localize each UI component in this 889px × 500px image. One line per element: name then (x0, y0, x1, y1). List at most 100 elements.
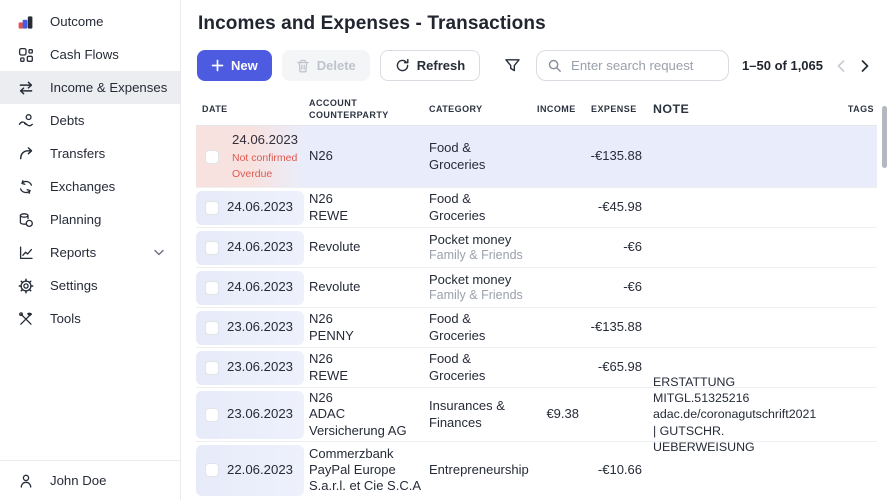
account-cell: N26 ADAC Versicherung AG (309, 390, 407, 438)
delete-button[interactable]: Delete (281, 50, 370, 81)
row-checkbox[interactable] (205, 200, 219, 215)
account-cell: Commerzbank PayPal Europe S.a.r.l. et Ci… (309, 445, 421, 494)
date-cell: 23.06.2023 (196, 348, 304, 387)
transactions-table: DATE ACCOUNT COUNTERPARTY CATEGORY INCOM… (196, 93, 877, 498)
account-cell: N26 REWE (309, 351, 348, 383)
status-badge: Overdue (232, 167, 273, 180)
chevron-left-icon (837, 59, 845, 72)
app-logo-bars-icon (18, 14, 34, 30)
row-checkbox[interactable] (205, 360, 219, 375)
sidebar-item-label: Income & Expenses (50, 80, 168, 95)
account-cell: N26 PENNY (309, 311, 354, 343)
search-box (536, 50, 730, 81)
sidebar-item-label: Reports (50, 245, 97, 260)
planning-coins-icon (18, 212, 34, 228)
expense-cell: -€65.98 (597, 359, 642, 375)
page-next-button[interactable] (853, 54, 877, 78)
transaction-date: 24.06.2023 (226, 239, 293, 255)
account-cell: N26 (309, 148, 333, 164)
sidebar-item-outcome[interactable]: Outcome (0, 5, 180, 38)
sidebar-item-tools[interactable]: Tools (0, 302, 180, 335)
new-button[interactable]: New (197, 50, 272, 81)
trash-icon (296, 59, 310, 73)
column-header-expense: EXPENSE (591, 103, 637, 114)
sidebar: Outcome Cash Flows Income & Expenses Deb… (0, 0, 181, 500)
expense-cell: -€45.98 (597, 199, 642, 215)
reports-chart-icon (18, 245, 34, 261)
table-row[interactable]: 24.06.2023 Revolute Pocket money Family … (196, 268, 877, 308)
sidebar-item-settings[interactable]: Settings (0, 269, 180, 302)
table-row[interactable]: 24.06.2023 Revolute Pocket money Family … (196, 228, 877, 268)
table-row[interactable]: 24.06.2023 N26 REWE Food & Groceries -€4… (196, 188, 877, 228)
row-checkbox[interactable] (205, 463, 219, 477)
sidebar-item-reports[interactable]: Reports (0, 236, 180, 269)
transaction-date: 24.06.2023 (226, 199, 293, 215)
category-cell: Entrepreneurship (429, 461, 529, 477)
category-cell: Food & Groceries (429, 191, 486, 223)
row-checkbox[interactable] (205, 240, 219, 255)
plus-icon (211, 59, 224, 72)
transaction-date: 24.06.2023 (232, 132, 299, 148)
cash-flows-icon (18, 47, 34, 63)
account-cell: Revolute (309, 239, 361, 255)
refresh-button[interactable]: Refresh (379, 50, 481, 81)
date-cell: 23.06.2023 (196, 388, 304, 441)
refresh-icon (395, 58, 410, 73)
user-icon (18, 473, 34, 489)
page-prev-button[interactable] (829, 54, 853, 78)
sidebar-item-cash-flows[interactable]: Cash Flows (0, 38, 180, 71)
app-window: Outcome Cash Flows Income & Expenses Deb… (0, 0, 889, 500)
debts-hand-coin-icon (18, 113, 34, 129)
category-cell: Insurances & Finances (429, 398, 505, 430)
delete-button-label: Delete (316, 58, 356, 73)
expense-cell: -€135.88 (590, 319, 642, 335)
user-menu[interactable]: John Doe (0, 461, 180, 500)
sidebar-item-planning[interactable]: Planning (0, 203, 180, 236)
column-header-tags: TAGS (847, 103, 874, 114)
toolbar-right: 1–50 of 1,065 (504, 50, 877, 81)
income-expenses-icon (18, 80, 34, 96)
search-input[interactable] (569, 57, 719, 74)
table-row[interactable]: 24.06.2023 Not confirmed Overdue N26 Foo… (196, 126, 877, 188)
row-checkbox[interactable] (205, 280, 219, 295)
date-cell: 24.06.2023 (196, 228, 304, 267)
date-cell: 24.06.2023 Not confirmed Overdue (196, 126, 304, 187)
row-checkbox[interactable] (205, 149, 219, 164)
status-badge: Not confirmed (232, 151, 298, 164)
sidebar-item-exchanges[interactable]: Exchanges (0, 170, 180, 203)
category-cell: Food & Groceries (429, 140, 486, 172)
date-cell: 24.06.2023 (196, 188, 304, 227)
expense-cell: -€10.66 (597, 461, 642, 477)
vertical-scrollbar[interactable] (882, 106, 887, 496)
main-content: Incomes and Expenses - Transactions New (181, 0, 889, 500)
date-cell: 22.06.2023 (196, 442, 304, 498)
date-cell: 23.06.2023 (196, 308, 304, 347)
account-cell: N26 REWE (309, 191, 348, 223)
sidebar-footer: John Doe (0, 460, 180, 500)
table-header-row: DATE ACCOUNT COUNTERPARTY CATEGORY INCOM… (196, 93, 877, 126)
sidebar-item-label: Tools (50, 311, 81, 326)
chevron-right-icon (861, 59, 869, 72)
column-header-category: CATEGORY (429, 103, 483, 114)
pagination-range: 1–50 of 1,065 (742, 58, 823, 73)
toolbar: New Delete Refresh Enter search request … (197, 50, 877, 81)
row-checkbox[interactable] (205, 407, 219, 422)
transaction-date: 24.06.2023 (226, 279, 293, 295)
filter-icon[interactable] (504, 57, 521, 74)
category-cell: Food & Groceries (429, 351, 486, 383)
column-header-account: ACCOUNT COUNTERPARTY (309, 97, 389, 120)
sidebar-item-transfers[interactable]: Transfers (0, 137, 180, 170)
sidebar-item-label: Transfers (50, 146, 106, 161)
table-row[interactable]: 23.06.2023 N26 ADAC Versicherung AG Insu… (196, 375, 877, 454)
expense-cell: -€135.88 (590, 148, 642, 164)
row-checkbox[interactable] (205, 320, 219, 335)
gear-icon (18, 278, 34, 294)
table-row[interactable]: 23.06.2023 N26 PENNY Food & Groceries -€… (196, 308, 877, 348)
date-cell: 24.06.2023 (196, 268, 304, 307)
column-header-note: NOTE (653, 101, 690, 116)
sidebar-item-debts[interactable]: Debts (0, 104, 180, 137)
sidebar-item-income-expenses[interactable]: Income & Expenses (0, 71, 180, 104)
scrollbar-thumb[interactable] (882, 106, 887, 168)
tools-icon (18, 311, 34, 327)
page-title: Incomes and Expenses - Transactions (198, 13, 546, 34)
